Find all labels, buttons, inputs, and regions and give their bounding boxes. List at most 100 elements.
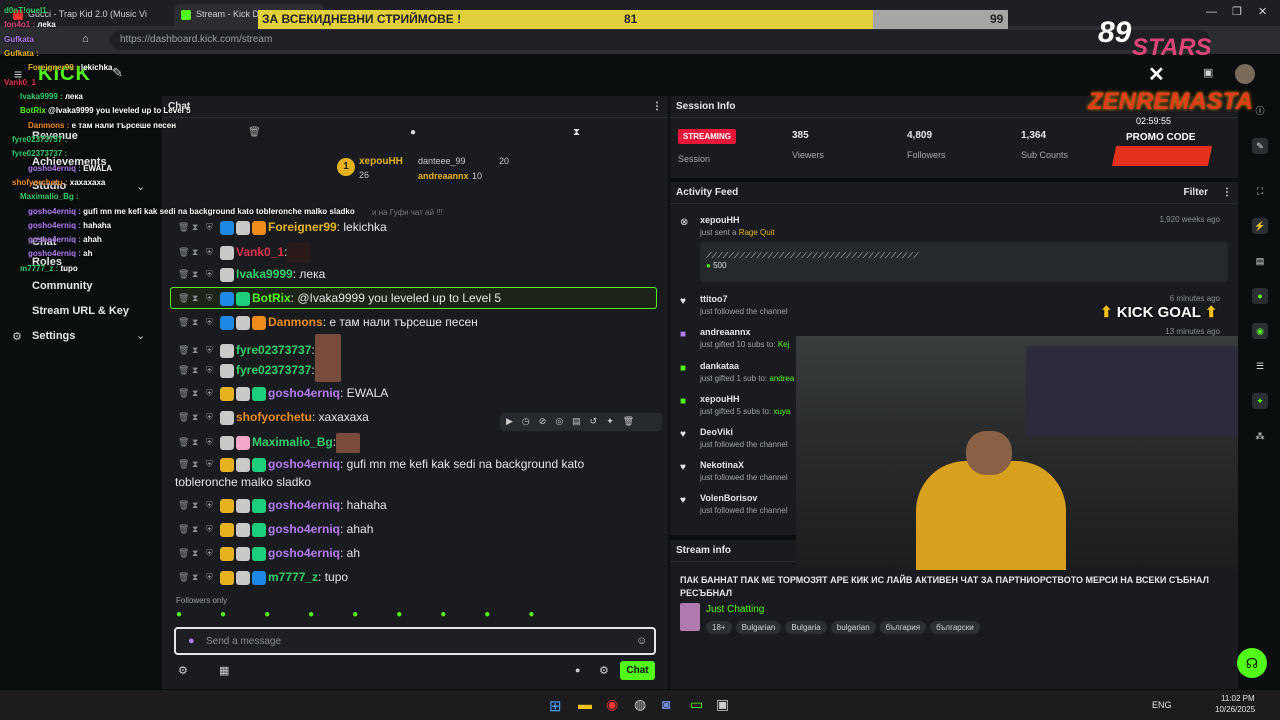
bolt-icon[interactable]: ⚡ xyxy=(1252,218,1268,234)
trash-icon[interactable]: 🗑 xyxy=(178,269,189,281)
shield-icon[interactable]: ⛨ xyxy=(206,524,216,536)
chat-username[interactable]: Ivaka9999 xyxy=(236,267,293,281)
chat-username[interactable]: gosho4erniq xyxy=(268,546,340,560)
edit-icon[interactable]: ✎ xyxy=(1252,138,1268,154)
kick-logo[interactable]: KICK xyxy=(38,63,91,86)
chat-username[interactable]: Vank0_1 xyxy=(236,245,284,259)
fullscreen-icon[interactable]: ⛶ xyxy=(1252,183,1268,199)
chat-username[interactable]: BotRix xyxy=(252,291,291,305)
hourglass-icon[interactable]: ⧗ xyxy=(192,437,202,449)
hourglass-icon[interactable]: ⧗ xyxy=(192,269,202,281)
chat-username[interactable]: fyre02373737 xyxy=(236,363,311,377)
chat-username[interactable]: Danmons xyxy=(268,315,323,329)
shield-icon[interactable]: ⛨ xyxy=(206,500,216,512)
sidebar-item-chat[interactable]: Chat xyxy=(32,236,56,248)
tag[interactable]: Bulgarian xyxy=(735,621,782,634)
tag[interactable]: 18+ xyxy=(706,621,732,634)
hourglass-icon[interactable]: ⧗ xyxy=(192,222,202,234)
terminal-icon[interactable]: ▣ xyxy=(716,696,729,713)
trash-icon[interactable]: 🗑 xyxy=(178,247,189,259)
support-button[interactable]: ☊ xyxy=(1237,648,1267,678)
hourglass-icon[interactable]: ⧗ xyxy=(573,127,580,138)
trash-icon[interactable]: 🗑 xyxy=(178,572,189,584)
chat-username[interactable]: Maximalio_Bg xyxy=(252,435,333,449)
wrench-icon[interactable]: ✦ xyxy=(1252,393,1268,409)
chat-username[interactable]: gosho4erniq xyxy=(268,522,340,536)
app-icon[interactable]: ▭ xyxy=(690,696,703,713)
hourglass-icon[interactable]: ⧗ xyxy=(192,412,202,424)
hourglass-icon[interactable]: ⧗ xyxy=(192,388,202,400)
leaderboard-user[interactable]: andreaannx xyxy=(418,171,469,181)
sidebar-item-community[interactable]: Community xyxy=(32,280,93,292)
discord-icon[interactable]: ◙ xyxy=(662,696,670,712)
chat-bubble-icon[interactable]: ● xyxy=(410,127,416,138)
message-input[interactable]: ● Send a message ☺ xyxy=(174,627,656,655)
shield-icon[interactable]: ⛨ xyxy=(206,388,216,400)
broadcast-icon[interactable]: ◉ xyxy=(1252,323,1268,339)
hourglass-icon[interactable]: ⧗ xyxy=(192,548,202,560)
home-icon[interactable]: ⌂ xyxy=(82,33,89,45)
clipboard-icon[interactable]: ▤ xyxy=(1252,253,1268,269)
trash-icon[interactable]: 🗑 xyxy=(178,437,189,449)
sidebar-item-roles[interactable]: Roles xyxy=(32,256,62,268)
obs-icon[interactable]: ◍ xyxy=(634,696,646,713)
chat-username[interactable]: gosho4erniq xyxy=(268,498,340,512)
chevron-down-icon[interactable]: ⌄ xyxy=(136,180,145,193)
hourglass-icon[interactable]: ⧗ xyxy=(192,459,202,471)
send-button[interactable]: Chat xyxy=(620,661,655,680)
chat-username[interactable]: gosho4erniq xyxy=(268,386,340,400)
tag[interactable]: българия xyxy=(879,621,927,634)
sidebar-item-stream-url[interactable]: Stream URL & Key xyxy=(32,305,129,317)
sidebar-item-achievements[interactable]: Achievements xyxy=(32,156,107,168)
hourglass-icon[interactable]: ⧗ xyxy=(192,524,202,536)
trash-icon[interactable]: 🗑 xyxy=(178,345,189,357)
category-name[interactable]: Just Chatting xyxy=(706,604,764,615)
trash-icon[interactable]: 🗑 xyxy=(178,548,189,560)
chevron-down-icon[interactable]: ⌄ xyxy=(136,329,145,342)
trash-icon[interactable]: 🗑 xyxy=(178,317,189,329)
leaderboard-user[interactable]: danteee_99 xyxy=(418,156,466,166)
file-explorer-icon[interactable]: ▬ xyxy=(578,696,592,712)
chat-username[interactable]: Foreigner99 xyxy=(268,220,337,234)
shield-icon[interactable]: ⛨ xyxy=(206,222,216,234)
leaderboard-user[interactable]: xepouHH xyxy=(359,156,403,167)
filter-button[interactable]: Filter xyxy=(1184,187,1208,198)
hourglass-icon[interactable]: ⧗ xyxy=(192,365,202,377)
tag[interactable]: bulgarian xyxy=(830,621,876,634)
more-icon[interactable]: ⋮ xyxy=(652,101,662,112)
group-icon[interactable]: ⁂ xyxy=(1252,428,1268,444)
shield-icon[interactable]: ⛨ xyxy=(206,459,216,471)
settings-icon[interactable]: ⚙ xyxy=(178,664,188,677)
hourglass-icon[interactable]: ⧗ xyxy=(192,572,202,584)
chat-username[interactable]: fyre02373737 xyxy=(236,343,311,357)
shield-icon[interactable]: ⛨ xyxy=(206,293,216,305)
sidebar-item-studio[interactable]: Studio xyxy=(32,180,66,192)
close-icon[interactable]: ✕ xyxy=(1258,5,1267,18)
more-icon[interactable]: ⋮ xyxy=(1222,187,1232,198)
shield-icon[interactable]: ⛨ xyxy=(206,317,216,329)
shield-icon[interactable]: ⛨ xyxy=(206,365,216,377)
layers-icon[interactable]: ☰ xyxy=(1252,358,1268,374)
trash-icon[interactable]: 🗑 xyxy=(178,459,189,471)
trash-icon[interactable]: 🗑 xyxy=(178,500,189,512)
hourglass-icon[interactable]: ⧗ xyxy=(192,500,202,512)
gear-icon[interactable]: ⚙ xyxy=(599,664,609,677)
sidebar-item-settings[interactable]: Settings xyxy=(32,330,75,342)
trash-icon[interactable]: 🗑 xyxy=(178,412,189,424)
info-icon[interactable]: ⓘ xyxy=(1252,103,1268,119)
language-indicator[interactable]: ENG xyxy=(1152,700,1172,710)
shield-icon[interactable]: ⛨ xyxy=(206,572,216,584)
mic-icon[interactable]: ● xyxy=(188,635,195,647)
trash-icon[interactable]: 🗑 xyxy=(178,293,189,305)
emoji-icon[interactable]: ☺ xyxy=(636,635,647,647)
trash-icon[interactable]: 🗑 xyxy=(248,127,261,138)
trash-icon[interactable]: 🗑 xyxy=(178,365,189,377)
clock-date[interactable]: 10/26/2025 xyxy=(1215,705,1255,714)
hourglass-icon[interactable]: ⧗ xyxy=(192,345,202,357)
maximize-icon[interactable]: ❐ xyxy=(1232,5,1242,18)
menu-icon[interactable]: ≡ xyxy=(14,66,22,82)
category-thumbnail[interactable] xyxy=(680,603,700,631)
windows-start-icon[interactable]: ⊞ xyxy=(549,697,562,715)
browser-tab-music[interactable]: Gucci - Trap Kid 2.0 (Music Vi xyxy=(6,4,172,26)
tag[interactable]: Bulgaria xyxy=(785,621,827,634)
